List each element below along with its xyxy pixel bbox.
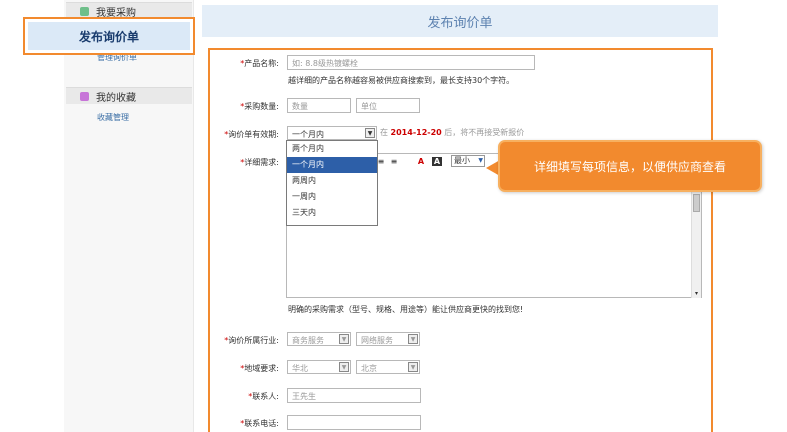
dropdown-option[interactable]: 一周内	[287, 189, 377, 205]
region-select-2[interactable]: 北京 ▼	[356, 360, 420, 374]
font-color-icon[interactable]: A	[416, 157, 426, 166]
product-name-label: *产品名称:	[240, 59, 279, 68]
chevron-down-icon[interactable]: ▼	[339, 334, 349, 344]
quantity-label: *采购数量:	[240, 102, 279, 111]
industry-select-1[interactable]: 商务服务 ▼	[287, 332, 351, 346]
align-right-icon[interactable]: ≡	[389, 157, 399, 166]
region-select-1[interactable]: 华北 ▼	[287, 360, 351, 374]
industry-label: *询价所属行业:	[224, 336, 279, 345]
details-label: *详细需求:	[240, 158, 279, 167]
validity-dropdown-list[interactable]: 两个月内 一个月内 两周内 一周内 三天内	[286, 140, 378, 226]
validity-select[interactable]: 一个月内 ▼	[287, 126, 377, 140]
phone-input[interactable]	[287, 415, 421, 430]
sidebar-item-publish-inquiry-highlight[interactable]: 发布询价单	[23, 17, 195, 55]
contact-input[interactable]: 王先生	[287, 388, 421, 403]
sidebar: 我要采购 管理询价单 我的收藏 收藏管理	[64, 0, 194, 432]
chevron-down-icon: ▼	[478, 157, 483, 164]
details-hint: 明确的采购需求（型号、规格、用途等）能让供应商更快的找到您!	[288, 305, 524, 314]
unit-input[interactable]: 单位	[356, 98, 420, 113]
quantity-input[interactable]: 数量	[287, 98, 351, 113]
sidebar-group-label: 我的收藏	[96, 92, 136, 104]
dropdown-option[interactable]: 两周内	[287, 173, 377, 189]
sidebar-item-publish-inquiry[interactable]: 发布询价单	[28, 22, 190, 50]
region-label: *地域要求:	[240, 364, 279, 373]
validity-date: 2014-12-20	[390, 128, 442, 137]
sidebar-group-favorites[interactable]: 我的收藏	[66, 87, 192, 104]
chevron-down-icon[interactable]: ▼	[408, 334, 418, 344]
editor-scrollbar[interactable]: ▾	[691, 192, 701, 298]
product-name-input[interactable]: 如: 8.8级热镀螺栓	[287, 55, 535, 70]
tooltip-callout: 详细填写每项信息，以便供应商查看	[498, 140, 762, 192]
validity-selected-value: 一个月内	[292, 130, 324, 139]
product-name-hint: 越详细的产品名称越容易被供应商搜索到，最长支持30个字符。	[288, 76, 515, 85]
dropdown-option-selected[interactable]: 一个月内	[287, 157, 377, 173]
font-size-select[interactable]: 最小 ▼	[451, 155, 485, 167]
phone-label: *联系电话:	[240, 419, 279, 428]
validity-label: *询价单有效期:	[224, 130, 279, 139]
scroll-thumb[interactable]	[693, 194, 700, 212]
sidebar-item-favorites-manage[interactable]: 收藏管理	[97, 112, 129, 123]
dropdown-option[interactable]: 两个月内	[287, 141, 377, 157]
contact-label: *联系人:	[248, 392, 279, 401]
validity-date-note: 在 2014-12-20 后，将不再接受新报价	[380, 128, 525, 137]
chevron-down-icon[interactable]: ▼	[408, 362, 418, 372]
highlight-color-icon[interactable]: A	[432, 157, 442, 166]
industry-select-2[interactable]: 网络服务 ▼	[356, 332, 420, 346]
star-icon	[80, 91, 89, 101]
chevron-down-icon[interactable]: ▼	[339, 362, 349, 372]
cart-icon	[80, 6, 89, 16]
scroll-down-icon[interactable]: ▾	[693, 290, 700, 297]
dropdown-option[interactable]: 三天内	[287, 205, 377, 221]
page-title: 发布询价单	[202, 5, 718, 37]
chevron-down-icon[interactable]: ▼	[365, 128, 375, 138]
